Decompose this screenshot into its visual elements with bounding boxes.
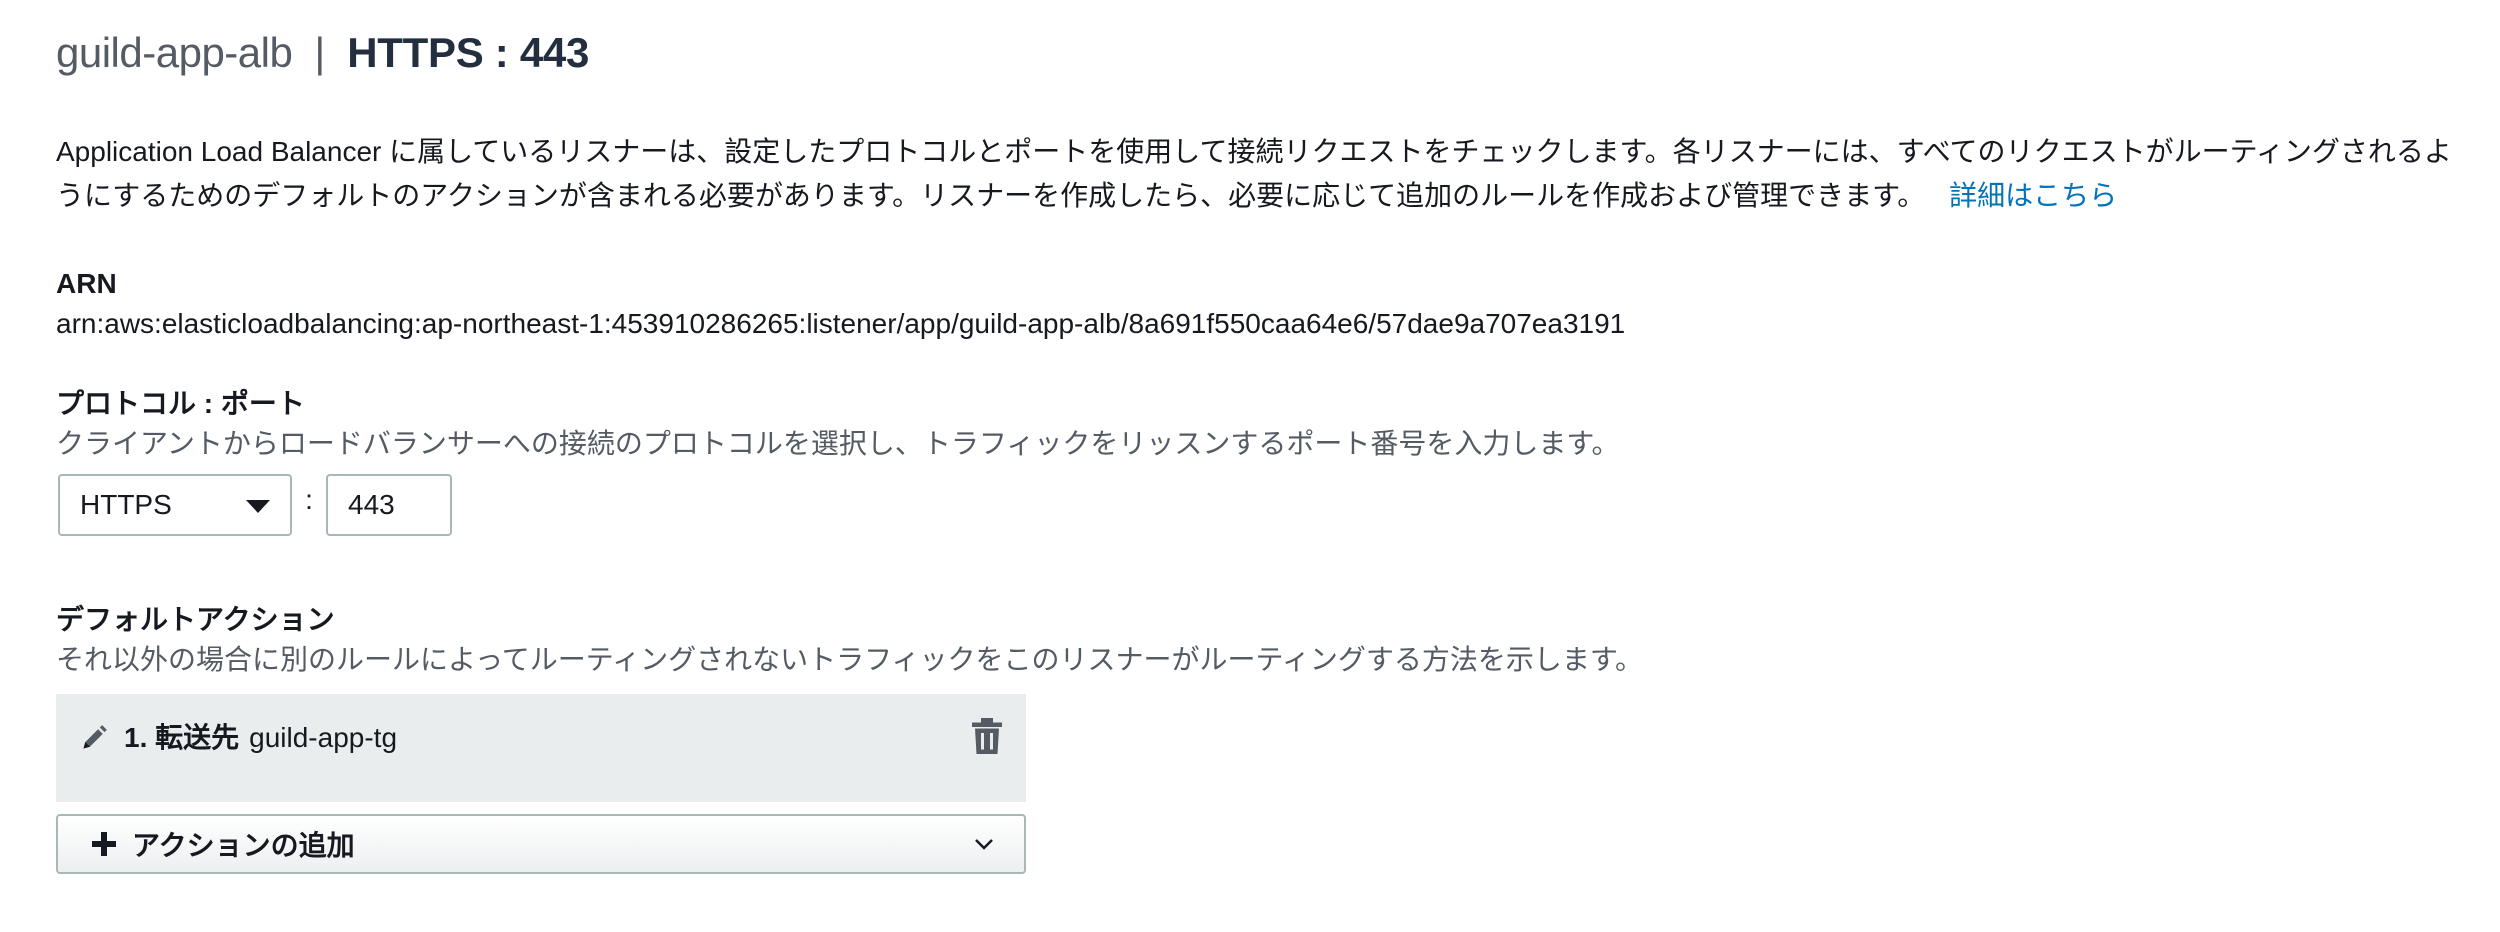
protocol-port-colon: : <box>305 484 313 515</box>
title-separator: | <box>314 29 326 76</box>
default-action-card: 1. 転送先 guild-app-tg <box>56 694 1026 802</box>
arn-section: ARN arn:aws:elasticloadbalancing:ap-nort… <box>56 264 2456 344</box>
trash-icon[interactable] <box>972 718 1002 754</box>
protocol-port-label: プロトコル : ポート <box>56 388 305 419</box>
port-input[interactable] <box>326 474 452 536</box>
protocol-port-row: HTTPS : <box>56 472 2456 538</box>
plus-icon <box>92 832 116 856</box>
learn-more-link[interactable]: 詳細はこちら <box>1949 180 2117 211</box>
pencil-icon[interactable] <box>80 724 108 752</box>
action-item: 1. 転送先 guild-app-tg <box>80 718 397 758</box>
chevron-down-icon <box>975 839 993 850</box>
arn-label: ARN <box>56 268 117 299</box>
arn-value: arn:aws:elasticloadbalancing:ap-northeas… <box>56 308 1626 339</box>
load-balancer-name: guild-app-alb <box>56 29 293 76</box>
protocol-select-value: HTTPS <box>80 489 172 520</box>
caret-down-icon <box>246 500 270 513</box>
protocol-port-section: プロトコル : ポート クライアントからロードバランサーへの接続のプロトコルを選… <box>56 384 2456 538</box>
protocol-port-helper: クライアントからロードバランサーへの接続のプロトコルを選択し、トラフィックをリッ… <box>56 428 1620 459</box>
action-item-label: 1. 転送先 <box>124 722 240 753</box>
action-target-group: guild-app-tg <box>249 722 398 753</box>
listener-page: guild-app-alb | HTTPS : 443 Application … <box>56 24 2456 874</box>
default-action-label: デフォルトアクション <box>56 604 335 635</box>
listener-description: Application Load Balancer に属しているリスナーは、設定… <box>56 130 2456 218</box>
add-action-label: アクションの追加 <box>132 830 355 861</box>
page-title: guild-app-alb | HTTPS : 443 <box>56 24 2456 82</box>
add-action-button[interactable]: アクションの追加 <box>56 814 1026 874</box>
listener-title: HTTPS : 443 <box>347 29 590 76</box>
default-action-section: デフォルトアクション それ以外の場合に別のルールによってルーティングされないトラ… <box>56 600 2456 874</box>
default-action-helper: それ以外の場合に別のルールによってルーティングされないトラフィックをこのリスナー… <box>56 644 1644 675</box>
protocol-select[interactable]: HTTPS <box>58 474 292 536</box>
